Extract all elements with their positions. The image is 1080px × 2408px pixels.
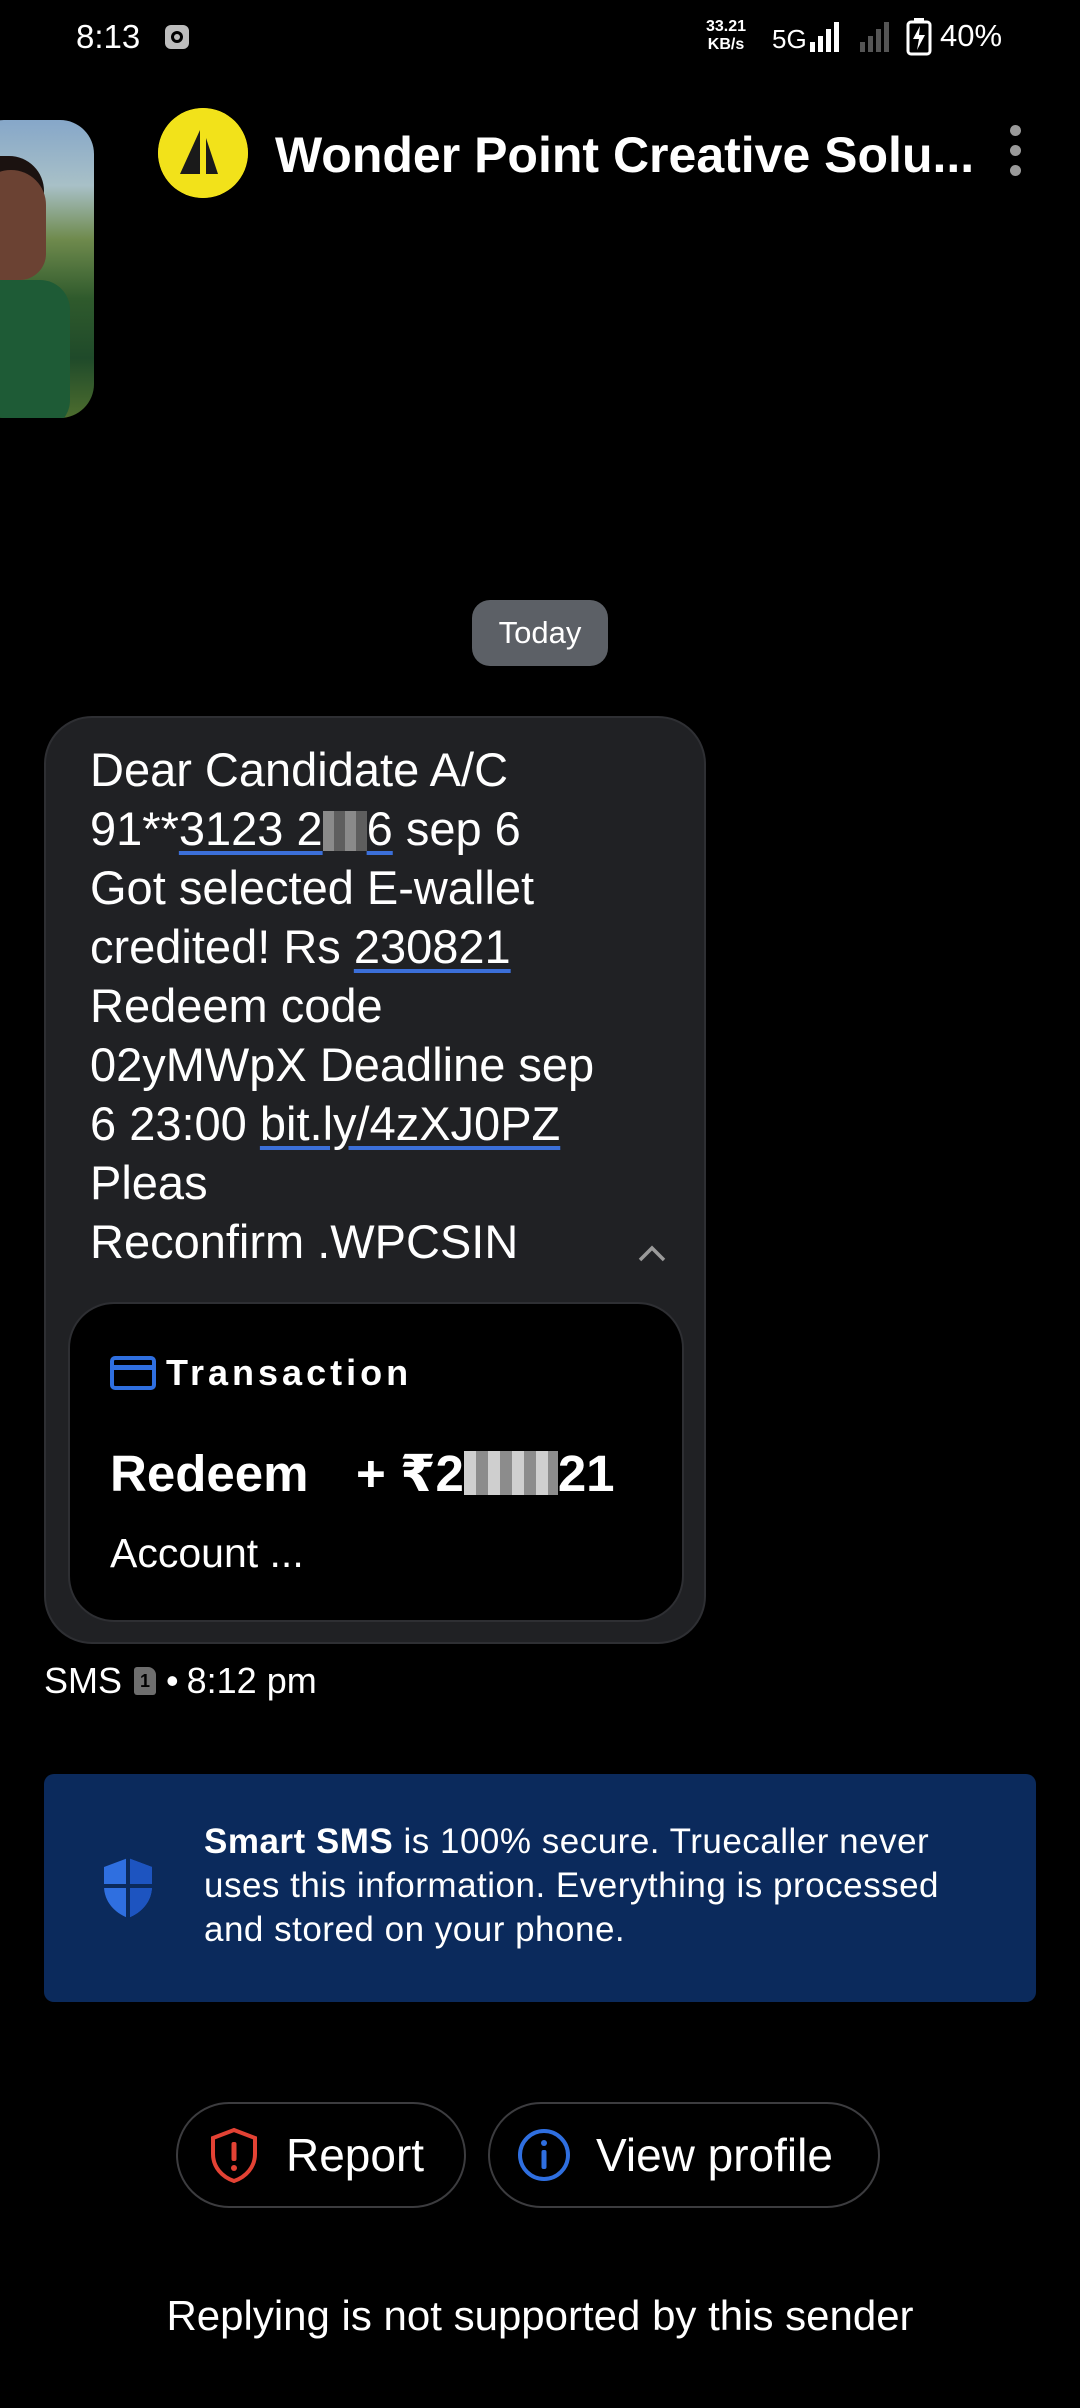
shield-icon [104, 1858, 152, 1918]
banner-text: Smart SMS is 100% secure. Truecaller nev… [204, 1822, 939, 1949]
more-options-icon[interactable] [1000, 125, 1030, 185]
signal-strength-sim2-icon [860, 22, 889, 52]
settings-notification-icon [165, 25, 189, 49]
transaction-card[interactable]: Transaction Redeem + ₹2 21 Account ... [68, 1302, 684, 1622]
transaction-amount: + ₹2 21 [356, 1445, 615, 1502]
sender-name[interactable]: Wonder Point Creative Solu... [275, 126, 975, 184]
status-bar: 8:13 33.21 KB/s 5G 40% [0, 0, 1080, 80]
sender-avatar[interactable] [158, 108, 248, 198]
contact-photo-preview[interactable] [0, 120, 94, 418]
reply-disabled-note: Replying is not supported by this sender [166, 2292, 914, 2339]
status-time: 8:13 [76, 18, 141, 55]
credit-card-icon [110, 1356, 156, 1390]
report-button[interactable]: Report [176, 2102, 466, 2208]
network-type: 5G [772, 24, 807, 54]
smart-sms-banner: Smart SMS is 100% secure. Truecaller nev… [44, 1774, 1036, 2002]
amount-link[interactable]: 230821 [354, 920, 511, 973]
transaction-label: Redeem [110, 1445, 309, 1502]
message-bubble[interactable]: Dear Candidate A/C 91**3123 26 sep 6 Got… [44, 716, 706, 1644]
chevron-up-icon[interactable] [632, 1238, 672, 1268]
battery-charging-icon [906, 18, 932, 56]
url-link[interactable]: bit.ly/4zXJ0PZ [260, 1097, 560, 1150]
sender-logo-icon [158, 108, 248, 198]
message-time: 8:12 pm [186, 1660, 317, 1701]
meta-separator: • [166, 1660, 179, 1701]
battery-percent: 40% [940, 18, 1003, 53]
transaction-title: Transaction [166, 1352, 413, 1393]
signal-strength-icon [810, 22, 839, 52]
message-meta: SMS 1 • 8:12 pm [44, 1660, 317, 1702]
view-profile-button[interactable]: View profile [488, 2102, 880, 2208]
sim-card-icon: 1 [134, 1667, 157, 1695]
date-chip: Today [472, 600, 608, 666]
account-number-link[interactable]: 3123 26 [179, 802, 393, 855]
message-type: SMS [44, 1660, 123, 1701]
message-text: Dear Candidate A/C 91**3123 26 sep 6 Got… [90, 743, 595, 1268]
info-icon [518, 2129, 570, 2181]
transaction-account: Account ... [110, 1530, 304, 1576]
report-shield-icon [211, 2127, 257, 2183]
report-label: Report [286, 2129, 425, 2181]
network-speed: 33.21 KB/s [706, 18, 747, 53]
view-profile-label: View profile [596, 2129, 833, 2181]
